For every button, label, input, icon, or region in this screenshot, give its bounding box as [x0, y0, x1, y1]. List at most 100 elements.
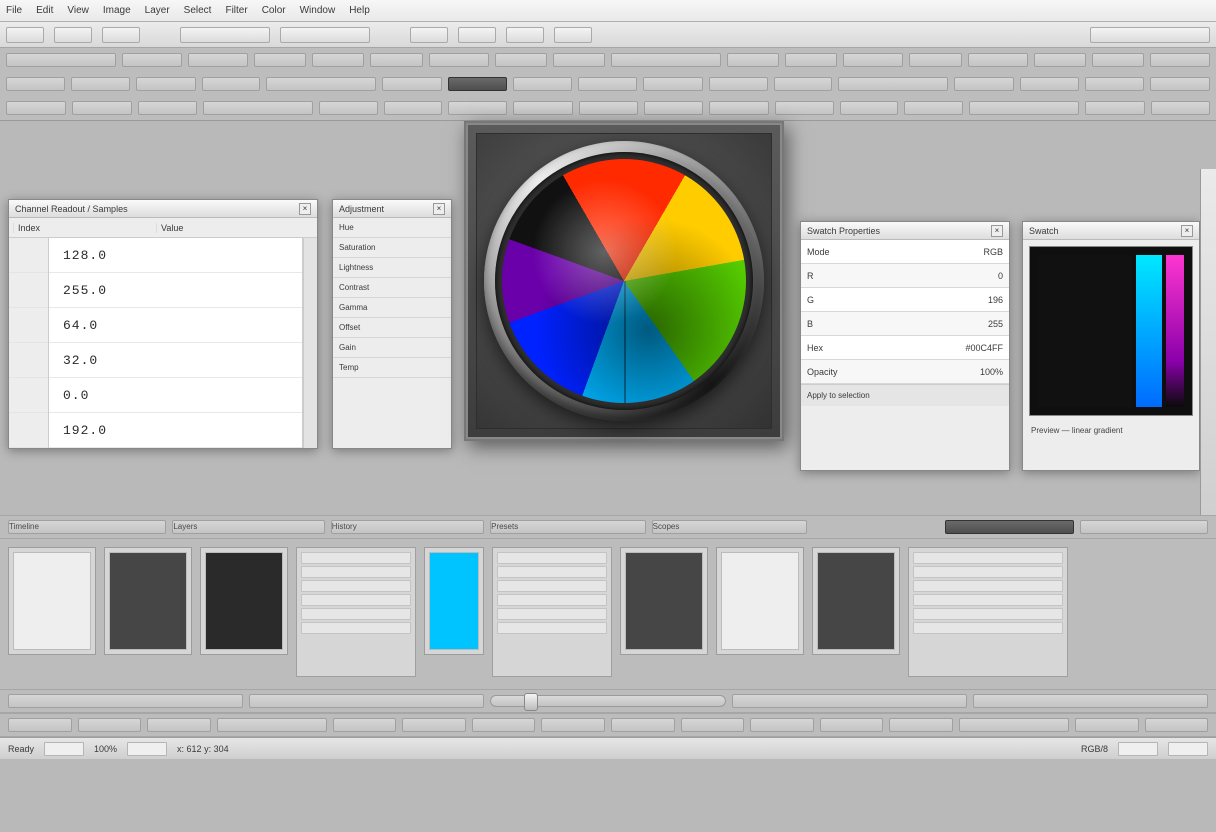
ribbon-tool[interactable]: [410, 27, 448, 43]
option-chip[interactable]: [312, 53, 364, 67]
option-chip[interactable]: [578, 77, 637, 91]
property-row[interactable]: B 255: [801, 312, 1009, 336]
color-wheel[interactable]: [502, 159, 746, 403]
adjustment-row[interactable]: Gain: [333, 338, 451, 358]
ribbon-tool[interactable]: [102, 27, 140, 43]
option-chip[interactable]: [553, 53, 605, 67]
lower-tab-action[interactable]: [1080, 520, 1208, 534]
sample-value[interactable]: 0.0: [49, 378, 302, 413]
option-chip[interactable]: [1085, 77, 1144, 91]
ribbon-tool[interactable]: [6, 27, 44, 43]
list-slot[interactable]: [908, 547, 1068, 677]
option-chip[interactable]: [513, 77, 572, 91]
option-chip[interactable]: [513, 101, 573, 115]
ribbon-tool[interactable]: [54, 27, 92, 43]
adjustment-row[interactable]: Offset: [333, 318, 451, 338]
option-chip[interactable]: [709, 77, 768, 91]
option-chip[interactable]: [472, 718, 536, 732]
option-chip[interactable]: [266, 77, 376, 91]
menu-view[interactable]: View: [67, 5, 89, 16]
lower-tab[interactable]: Layers: [172, 520, 324, 534]
sample-value[interactable]: 192.0: [49, 413, 302, 448]
ribbon-tool[interactable]: [1090, 27, 1210, 43]
option-chip[interactable]: [6, 77, 65, 91]
adjustment-row[interactable]: Gamma: [333, 298, 451, 318]
menu-select[interactable]: Select: [184, 5, 212, 16]
option-chip[interactable]: [727, 53, 779, 67]
thumbnail[interactable]: [104, 547, 192, 655]
property-row[interactable]: Mode RGB: [801, 240, 1009, 264]
property-row[interactable]: R 0: [801, 264, 1009, 288]
scrub-button[interactable]: [973, 694, 1208, 708]
swatch-preview[interactable]: [1029, 246, 1193, 416]
option-chip[interactable]: [969, 101, 1079, 115]
lower-tab[interactable]: Presets: [490, 520, 646, 534]
option-chip[interactable]: [750, 718, 814, 732]
option-chip[interactable]: [78, 718, 142, 732]
scrollbar-vertical[interactable]: [303, 238, 317, 448]
thumbnail[interactable]: [620, 547, 708, 655]
option-chip[interactable]: [495, 53, 547, 67]
right-dock-strip[interactable]: [1200, 169, 1216, 515]
option-chip[interactable]: [1151, 101, 1210, 115]
option-chip[interactable]: [775, 101, 834, 115]
menu-color[interactable]: Color: [262, 5, 286, 16]
adjustment-row[interactable]: Contrast: [333, 278, 451, 298]
sample-value[interactable]: 32.0: [49, 343, 302, 378]
close-icon[interactable]: ×: [991, 225, 1003, 237]
option-chip[interactable]: [889, 718, 953, 732]
option-chip[interactable]: [1092, 53, 1144, 67]
menu-image[interactable]: Image: [103, 5, 131, 16]
option-chip[interactable]: [72, 101, 132, 115]
option-chip[interactable]: [681, 718, 745, 732]
menu-help[interactable]: Help: [349, 5, 370, 16]
option-chip[interactable]: [333, 718, 397, 732]
option-chip[interactable]: [448, 101, 507, 115]
lower-tab[interactable]: Scopes: [652, 520, 807, 534]
menu-filter[interactable]: Filter: [225, 5, 247, 16]
option-chip[interactable]: [6, 53, 116, 67]
ribbon-tool[interactable]: [180, 27, 270, 43]
option-chip[interactable]: [644, 101, 703, 115]
adjustment-row[interactable]: Saturation: [333, 238, 451, 258]
adjustment-row[interactable]: Temp: [333, 358, 451, 378]
scrub-slider[interactable]: [490, 695, 725, 707]
option-chip[interactable]: [384, 101, 443, 115]
option-chip[interactable]: [709, 101, 769, 115]
option-chip[interactable]: [611, 53, 721, 67]
sample-value[interactable]: 255.0: [49, 273, 302, 308]
option-chip[interactable]: [448, 77, 507, 91]
option-chip[interactable]: [188, 53, 248, 67]
list-slot[interactable]: [296, 547, 416, 677]
thumbnail[interactable]: [8, 547, 96, 655]
option-chip[interactable]: [774, 77, 833, 91]
lower-tab-action[interactable]: [945, 520, 1073, 534]
adjustment-row[interactable]: Lightness: [333, 258, 451, 278]
ribbon-tool[interactable]: [554, 27, 592, 43]
option-chip[interactable]: [370, 53, 422, 67]
option-chip[interactable]: [838, 77, 948, 91]
option-chip[interactable]: [138, 101, 197, 115]
option-chip[interactable]: [382, 77, 442, 91]
option-chip[interactable]: [203, 101, 313, 115]
option-chip[interactable]: [71, 77, 130, 91]
option-chip[interactable]: [1150, 77, 1210, 91]
option-chip[interactable]: [136, 77, 196, 91]
ribbon-tool[interactable]: [506, 27, 544, 43]
lower-tab[interactable]: Timeline: [8, 520, 166, 534]
close-icon[interactable]: ×: [433, 203, 445, 215]
scrub-button[interactable]: [732, 694, 967, 708]
close-icon[interactable]: ×: [1181, 225, 1193, 237]
menu-window[interactable]: Window: [300, 5, 336, 16]
option-chip[interactable]: [6, 101, 66, 115]
option-chip[interactable]: [319, 101, 378, 115]
option-chip[interactable]: [968, 53, 1028, 67]
lower-tab[interactable]: History: [331, 520, 484, 534]
option-chip[interactable]: [1150, 53, 1210, 67]
option-chip[interactable]: [840, 101, 899, 115]
option-chip[interactable]: [954, 77, 1014, 91]
option-chip[interactable]: [541, 718, 605, 732]
thumbnail[interactable]: [716, 547, 804, 655]
option-chip[interactable]: [959, 718, 1069, 732]
option-chip[interactable]: [1020, 77, 1079, 91]
